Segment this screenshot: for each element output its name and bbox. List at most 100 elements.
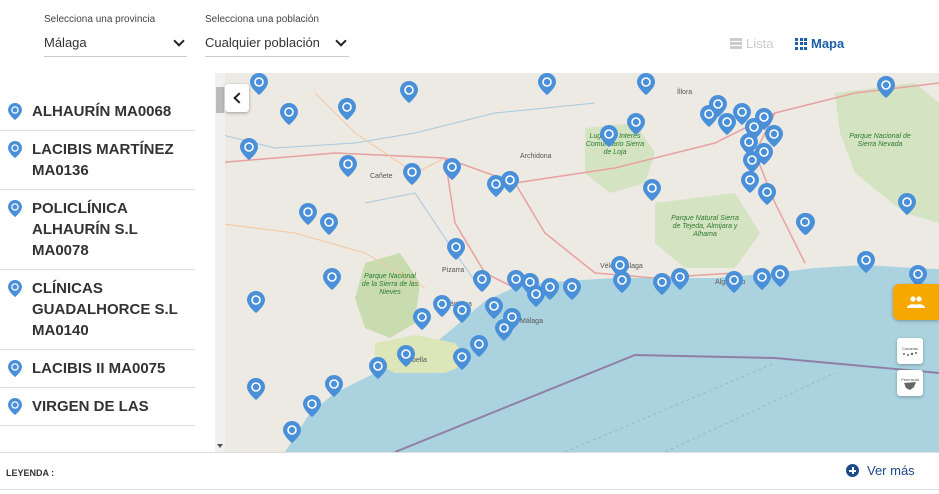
map-pin[interactable]	[443, 158, 461, 180]
map-canvas[interactable]: Íllora Archidona Cañete Pizarra Cártama …	[215, 73, 939, 452]
list-item[interactable]: VIRGEN DE LAS	[0, 388, 195, 426]
chevron-down-icon	[335, 34, 347, 47]
list-item[interactable]: ALHAURÍN MA0068	[0, 93, 195, 131]
list-item-label: ALHAURÍN MA0068	[32, 103, 172, 120]
map-pin[interactable]	[485, 297, 503, 319]
park-label: Parque Nacional de Sierra Nevada	[849, 133, 911, 148]
map-pin[interactable]	[613, 271, 631, 293]
list-item[interactable]: LACIBIS MARTÍNEZ MA0136	[0, 131, 195, 190]
map-pin[interactable]	[280, 103, 298, 125]
province-select[interactable]: Málaga	[44, 34, 187, 57]
map-pin[interactable]	[338, 98, 356, 120]
map-pin[interactable]	[495, 319, 513, 341]
map-pin[interactable]	[501, 171, 519, 193]
canarias-button[interactable]: Canarias	[897, 338, 923, 364]
map-pin[interactable]	[403, 163, 421, 185]
chevron-left-icon	[233, 92, 245, 104]
place-label: Málaga	[520, 318, 543, 325]
map-pin[interactable]	[397, 345, 415, 367]
map-background	[215, 82, 939, 452]
map-view-button[interactable]: Mapa	[795, 36, 844, 51]
map-pin[interactable]	[600, 125, 618, 147]
chevron-down-icon	[173, 34, 185, 47]
town-select-value: Cualquier población	[205, 35, 320, 50]
town-filter: Selecciona una población Cualquier pobla…	[205, 14, 349, 57]
map-scrollbar[interactable]	[215, 73, 225, 452]
map-pin[interactable]	[453, 301, 471, 323]
map-pin[interactable]	[323, 268, 341, 290]
plus-circle-icon	[846, 464, 859, 477]
collapse-sidebar-button[interactable]	[225, 84, 249, 112]
map-pin[interactable]	[447, 238, 465, 260]
location-pin-icon	[8, 200, 22, 217]
location-pin-icon	[8, 141, 22, 158]
town-select[interactable]: Cualquier población	[205, 34, 349, 57]
park-label: Parque Natural Sierra de Tejeda, Almijar…	[671, 215, 739, 238]
map-pin[interactable]	[771, 265, 789, 287]
map-pin[interactable]	[240, 138, 258, 160]
scroll-down-arrow-icon[interactable]	[217, 444, 223, 448]
grid-icon	[795, 37, 807, 50]
place-label: Archidona	[520, 153, 552, 160]
peninsula-icon	[904, 381, 916, 390]
map-pin[interactable]	[765, 125, 783, 147]
map-pin[interactable]	[627, 113, 645, 135]
map-pin[interactable]	[541, 278, 559, 300]
list-item-label: VIRGEN DE LAS	[32, 398, 149, 415]
location-pin-icon	[8, 103, 22, 120]
map-pin[interactable]	[250, 73, 268, 95]
list-view-button[interactable]: Lista	[730, 36, 773, 51]
users-tool-button[interactable]	[893, 284, 939, 320]
map-pin[interactable]	[369, 357, 387, 379]
park-label: Parque Nacional de la Sierra de las Niev…	[361, 273, 419, 296]
province-select-value: Málaga	[44, 35, 87, 50]
map-pin[interactable]	[653, 273, 671, 295]
map-pin[interactable]	[637, 73, 655, 95]
map-pin[interactable]	[320, 213, 338, 235]
map-pin[interactable]	[283, 421, 301, 443]
map-pin[interactable]	[433, 295, 451, 317]
map-pin[interactable]	[563, 278, 581, 300]
map-pin[interactable]	[643, 179, 661, 201]
map-pin[interactable]	[743, 151, 761, 173]
map-pin[interactable]	[473, 270, 491, 292]
map-pin[interactable]	[339, 155, 357, 177]
map-view-label: Mapa	[811, 36, 845, 51]
map-pin[interactable]	[796, 213, 814, 235]
legend-title: LEYENDA :	[6, 468, 55, 478]
map-pin[interactable]	[325, 375, 343, 397]
map-pin[interactable]	[303, 395, 321, 417]
map-pin[interactable]	[538, 73, 556, 95]
map-pin[interactable]	[857, 251, 875, 273]
see-more-label: Ver más	[867, 463, 915, 478]
list-item-label: LACIBIS MARTÍNEZ MA0136	[32, 141, 174, 179]
location-pin-icon	[8, 360, 22, 377]
peninsula-button[interactable]: Península	[897, 370, 923, 396]
list-item-label: POLICLÍNICA ALHAURÍN S.L MA0078	[32, 200, 138, 259]
filter-bar: Selecciona una provincia Málaga Seleccio…	[0, 0, 939, 72]
map-pin[interactable]	[898, 193, 916, 215]
map-pin[interactable]	[753, 268, 771, 290]
map-pin[interactable]	[470, 335, 488, 357]
map-pin[interactable]	[741, 171, 759, 193]
scrollbar-thumb[interactable]	[216, 87, 224, 113]
map-pin[interactable]	[453, 348, 471, 370]
list-item-label: CLÍNICAS GUADALHORCE S.L MA0140	[32, 280, 178, 339]
map-pin[interactable]	[299, 203, 317, 225]
map-pin[interactable]	[671, 268, 689, 290]
map-pin[interactable]	[877, 76, 895, 98]
place-label: Íllora	[677, 89, 693, 96]
see-more-button[interactable]: Ver más	[846, 463, 915, 478]
map-pin[interactable]	[758, 183, 776, 205]
map-pin[interactable]	[725, 271, 743, 293]
list-item[interactable]: LACIBIS II MA0075	[0, 350, 195, 388]
list-view-label: Lista	[746, 36, 774, 51]
list-item[interactable]: POLICLÍNICA ALHAURÍN S.L MA0078	[0, 190, 195, 270]
islands-icon	[903, 351, 917, 356]
list-item-label: LACIBIS II MA0075	[32, 360, 166, 377]
map-pin[interactable]	[400, 81, 418, 103]
map-pin[interactable]	[413, 308, 431, 330]
list-item[interactable]: CLÍNICAS GUADALHORCE S.L MA0140	[0, 270, 195, 350]
map-pin[interactable]	[247, 291, 265, 313]
map-pin[interactable]	[247, 378, 265, 400]
